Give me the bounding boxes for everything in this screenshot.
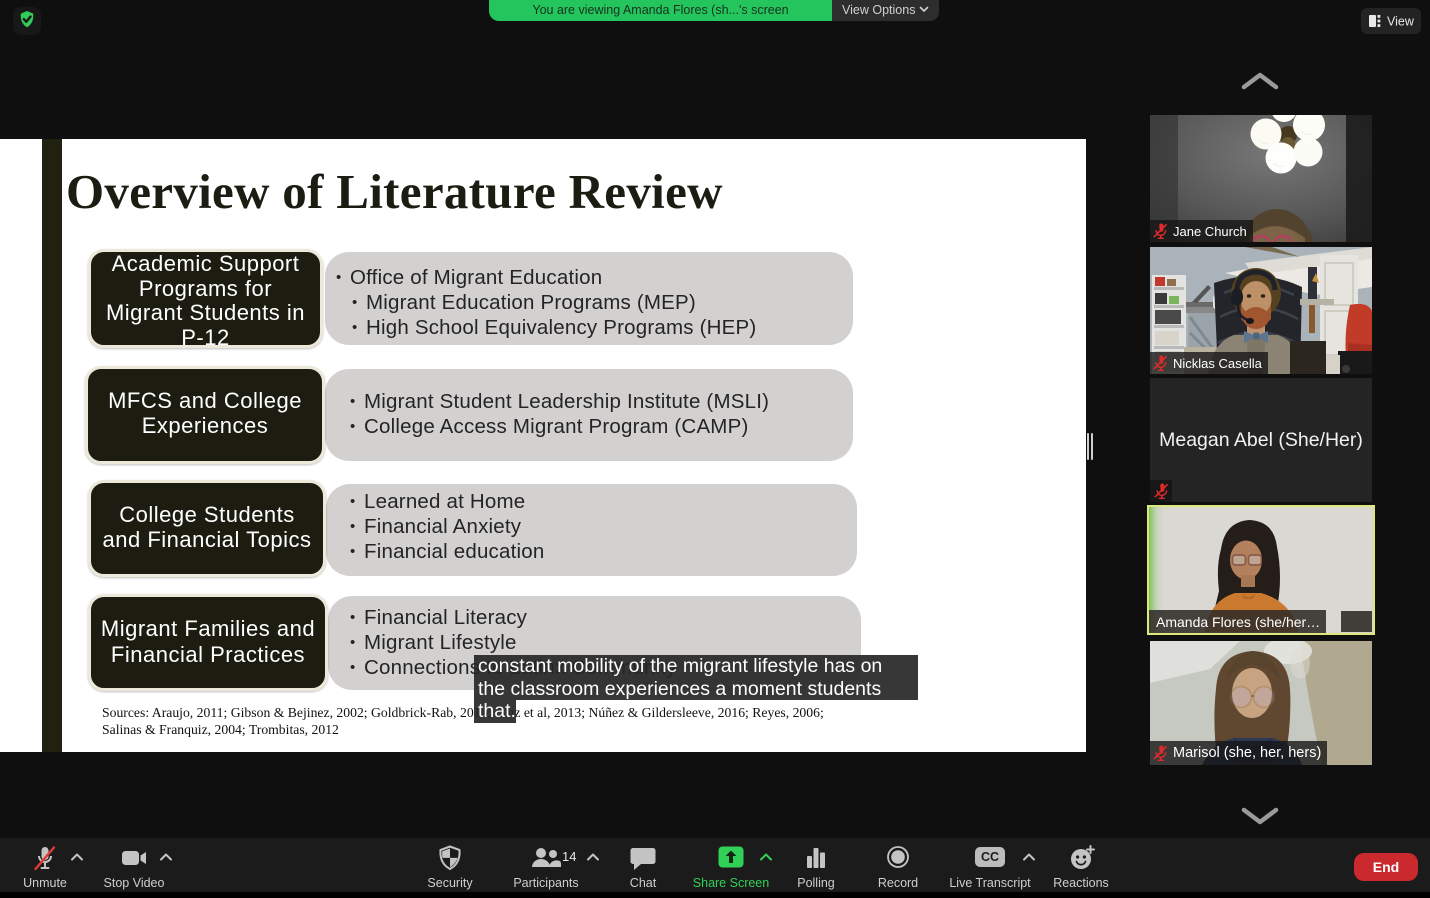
svg-text:View: View: [1387, 15, 1415, 29]
